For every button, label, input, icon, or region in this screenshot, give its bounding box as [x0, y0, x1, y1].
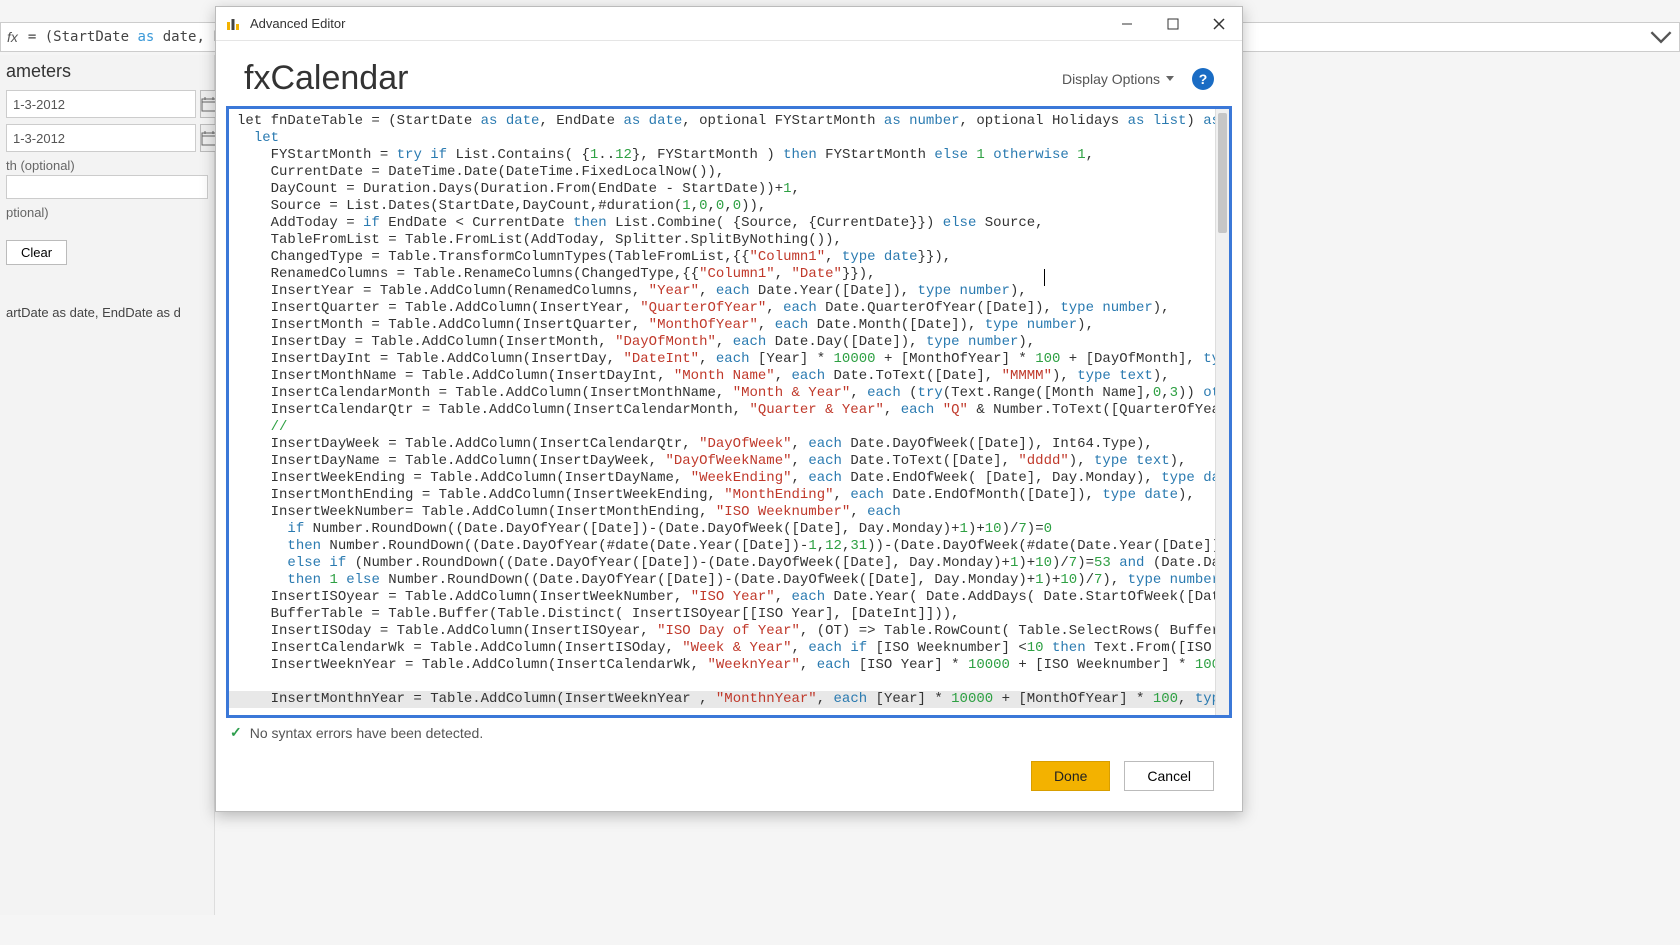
- close-button[interactable]: [1196, 7, 1242, 41]
- done-button[interactable]: Done: [1031, 761, 1110, 791]
- minimize-button[interactable]: [1104, 7, 1150, 41]
- syntax-status: ✓ No syntax errors have been detected.: [216, 718, 1242, 745]
- clear-button[interactable]: Clear: [6, 240, 67, 265]
- maximize-button[interactable]: [1150, 7, 1196, 41]
- display-options-dropdown[interactable]: Display Options: [1062, 71, 1174, 87]
- vertical-scrollbar[interactable]: [1215, 109, 1229, 715]
- optional-label-2: ptional): [6, 205, 208, 220]
- help-icon[interactable]: ?: [1192, 68, 1214, 90]
- parameters-heading: ameters: [6, 61, 208, 82]
- window-title: Advanced Editor: [250, 16, 345, 31]
- formula-text: = (StartDate as date, En: [28, 29, 230, 45]
- fx-label: fx: [7, 29, 18, 45]
- end-date-input[interactable]: [6, 124, 196, 152]
- titlebar: Advanced Editor: [216, 7, 1242, 41]
- display-options-label: Display Options: [1062, 71, 1160, 87]
- parameters-panel: ameters th (optional) ptional) Clear art…: [0, 55, 215, 915]
- formula-expand-icon[interactable]: [1649, 25, 1673, 49]
- optional-label-1: th (optional): [6, 158, 208, 173]
- status-text: No syntax errors have been detected.: [250, 725, 483, 741]
- query-name: fxCalendar: [244, 59, 408, 98]
- optional-input-1[interactable]: [6, 175, 208, 199]
- function-signature: artDate as date, EndDate as d: [6, 305, 208, 320]
- chevron-down-icon: [1166, 76, 1174, 81]
- code-editor[interactable]: let fnDateTable = (StartDate as date, En…: [226, 106, 1232, 718]
- app-icon: [216, 16, 250, 32]
- cancel-button[interactable]: Cancel: [1124, 761, 1214, 791]
- code-text[interactable]: let fnDateTable = (StartDate as date, En…: [229, 109, 1215, 715]
- advanced-editor-window: Advanced Editor fxCalendar Display Optio…: [215, 6, 1243, 812]
- scrollbar-thumb[interactable]: [1218, 113, 1227, 233]
- check-icon: ✓: [230, 724, 242, 741]
- text-cursor: [1044, 269, 1045, 286]
- start-date-input[interactable]: [6, 90, 196, 118]
